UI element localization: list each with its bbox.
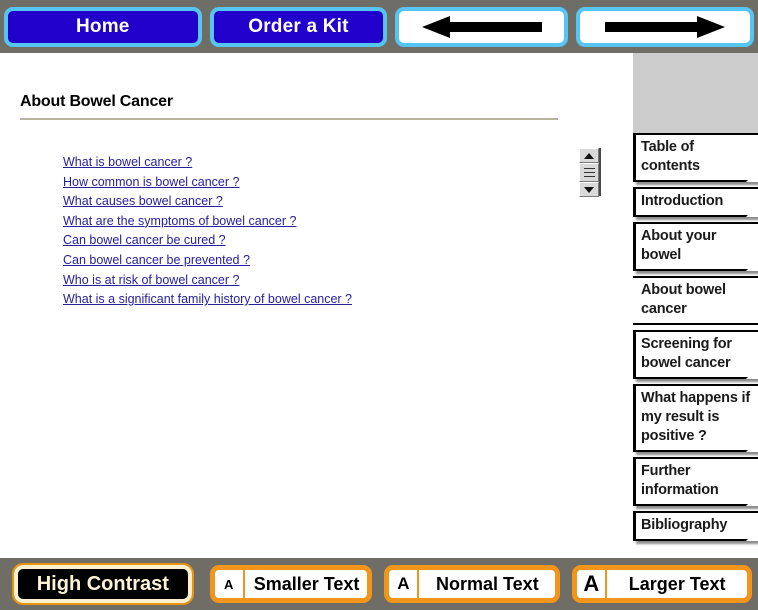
chapter-sidebar: Table of contents Introduction About you… <box>633 133 758 558</box>
page-title: About Bowel Cancer <box>20 93 173 110</box>
scrollbar-up-button[interactable] <box>579 148 599 163</box>
topic-link[interactable]: What causes bowel cancer ? <box>63 192 533 212</box>
scroll-thumb-grip-icon <box>583 176 595 177</box>
sidebar-item-table-of-contents[interactable]: Table of contents <box>633 133 758 182</box>
sidebar-item-bibliography[interactable]: Bibliography <box>633 511 758 541</box>
home-button-label: Home <box>75 15 130 37</box>
home-button[interactable]: Home <box>4 6 202 47</box>
right-arrow-icon <box>605 15 726 38</box>
topic-link[interactable]: What is bowel cancer ? <box>63 153 533 173</box>
topic-link-list: What is bowel cancer ? How common is bow… <box>63 153 533 310</box>
order-a-kit-button-label: Order a Kit <box>248 15 349 37</box>
content-scrollbar-track[interactable] <box>579 196 601 556</box>
sidebar-spacer-panel <box>633 53 758 133</box>
sidebar-item-about-bowel-cancer[interactable]: About bowel cancer <box>633 276 758 325</box>
back-button[interactable] <box>395 6 569 47</box>
larger-text-button[interactable]: A Larger Text <box>572 565 752 603</box>
forward-button[interactable] <box>576 6 754 47</box>
title-divider <box>20 118 558 121</box>
scrollbar-down-button[interactable] <box>579 182 599 197</box>
sidebar-item-label: What happens if my result is positive ? <box>641 390 750 444</box>
top-navigation-bar: Home Order a Kit <box>0 0 758 53</box>
order-a-kit-button[interactable]: Order a Kit <box>209 6 388 47</box>
scroll-up-arrow-icon <box>584 152 594 159</box>
sidebar-item-about-your-bowel[interactable]: About your bowel <box>633 222 758 271</box>
normal-text-button-label: Normal Text <box>436 573 539 594</box>
sidebar-item-label: Screening for bowel cancer <box>641 336 732 371</box>
topic-link[interactable]: Who is at risk of bowel cancer ? <box>63 271 533 291</box>
letter-a-icon: A <box>214 570 245 598</box>
high-contrast-button[interactable]: High Contrast <box>12 563 194 605</box>
letter-a-icon: A <box>389 570 420 598</box>
sidebar-item-label: Further information <box>641 463 719 498</box>
accessibility-toolbar: High Contrast A Smaller Text A Normal Te… <box>0 558 758 610</box>
scrollbar-thumb[interactable] <box>579 163 599 182</box>
topic-link[interactable]: How common is bowel cancer ? <box>63 173 533 193</box>
sidebar-item-label: About your bowel <box>641 228 717 263</box>
scroll-down-arrow-icon <box>584 186 594 193</box>
smaller-text-button-label: Smaller Text <box>253 573 360 594</box>
sidebar-item-label: Bibliography <box>641 517 728 533</box>
sidebar-item-further-information[interactable]: Further information <box>633 457 758 506</box>
topic-link[interactable]: Can bowel cancer be prevented ? <box>63 251 533 271</box>
topic-link[interactable]: What are the symptoms of bowel cancer ? <box>63 212 533 232</box>
scroll-thumb-grip-icon <box>583 172 595 173</box>
high-contrast-button-label: High Contrast <box>36 572 169 595</box>
main-content-area: About Bowel Cancer What is bowel cancer … <box>0 53 633 558</box>
topic-link[interactable]: Can bowel cancer be cured ? <box>63 231 533 251</box>
sidebar-item-label: Table of contents <box>641 139 700 174</box>
letter-a-icon: A <box>577 570 608 598</box>
sidebar-item-label: Introduction <box>641 193 724 209</box>
topic-link[interactable]: What is a significant family history of … <box>63 290 533 310</box>
left-arrow-icon <box>421 15 542 38</box>
sidebar-item-screening-for-bowel-cancer[interactable]: Screening for bowel cancer <box>633 330 758 379</box>
sidebar-item-introduction[interactable]: Introduction <box>633 187 758 217</box>
normal-text-button[interactable]: A Normal Text <box>384 565 561 603</box>
scroll-thumb-grip-icon <box>583 168 595 169</box>
smaller-text-button[interactable]: A Smaller Text <box>209 565 373 603</box>
larger-text-button-label: Larger Text <box>628 573 726 594</box>
application-window: Home Order a Kit About Bowel Cancer What… <box>0 0 758 610</box>
sidebar-item-label: About bowel cancer <box>641 282 726 317</box>
sidebar-item-what-happens-if-my-result-is-positive[interactable]: What happens if my result is positive ? <box>633 384 758 452</box>
content-scrollbar[interactable] <box>579 148 601 197</box>
